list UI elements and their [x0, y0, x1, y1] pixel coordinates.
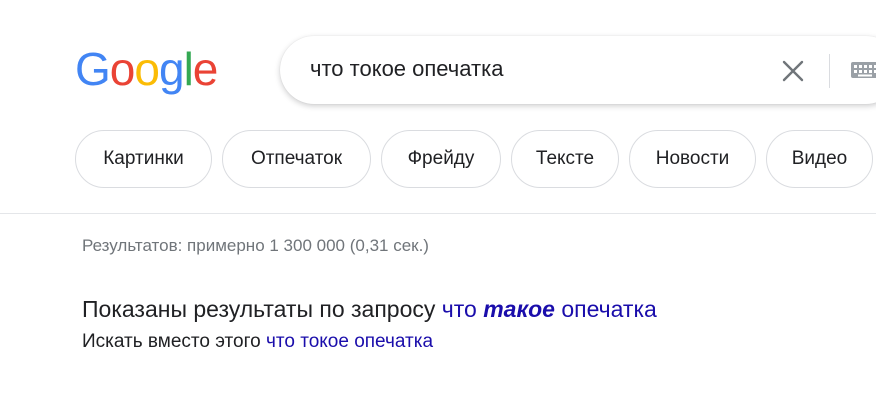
spelling-correction: Показаны результаты по запросу что такое…: [82, 296, 657, 323]
corrected-word: что: [441, 296, 477, 322]
google-logo[interactable]: G o o g l e: [75, 43, 219, 95]
keyboard-button[interactable]: [850, 59, 876, 81]
clear-search-button[interactable]: [778, 56, 808, 86]
search-input[interactable]: [310, 56, 750, 82]
logo-letter: o: [134, 43, 160, 95]
original-query-link[interactable]: что токое опечатка: [266, 331, 433, 352]
corrected-word: опечатка: [561, 296, 657, 322]
showing-prefix: Показаны результаты по запросу: [82, 296, 436, 322]
header-divider: [0, 213, 876, 214]
search-box: [280, 36, 876, 104]
corrected-query-link[interactable]: что такое опечатка: [442, 296, 657, 322]
chip-tekste[interactable]: Тексте: [511, 130, 619, 188]
search-divider: [829, 54, 830, 88]
result-stats: Результатов: примерно 1 300 000 (0,31 се…: [82, 236, 429, 255]
logo-letter: o: [109, 43, 136, 95]
search-instead: Искать вместо этого что токое опечатка: [82, 331, 433, 353]
chip-novosti[interactable]: Новости: [629, 130, 756, 188]
logo-letter: g: [158, 43, 185, 95]
filter-chips: Картинки Отпечаток Фрейду Тексте Новости…: [75, 130, 876, 188]
corrected-word-highlight: такое: [483, 296, 555, 322]
logo-letter: G: [75, 43, 111, 95]
instead-prefix: Искать вместо этого: [82, 331, 261, 352]
keyboard-icon: [851, 62, 876, 78]
chip-otpechatok[interactable]: Отпечаток: [222, 130, 371, 188]
close-icon: [782, 60, 804, 82]
chip-kartinki[interactable]: Картинки: [75, 130, 212, 188]
logo-letter: e: [192, 43, 219, 95]
chip-freidu[interactable]: Фрейду: [381, 130, 501, 188]
chip-video[interactable]: Видео: [766, 130, 873, 188]
logo-letter: l: [183, 43, 194, 95]
